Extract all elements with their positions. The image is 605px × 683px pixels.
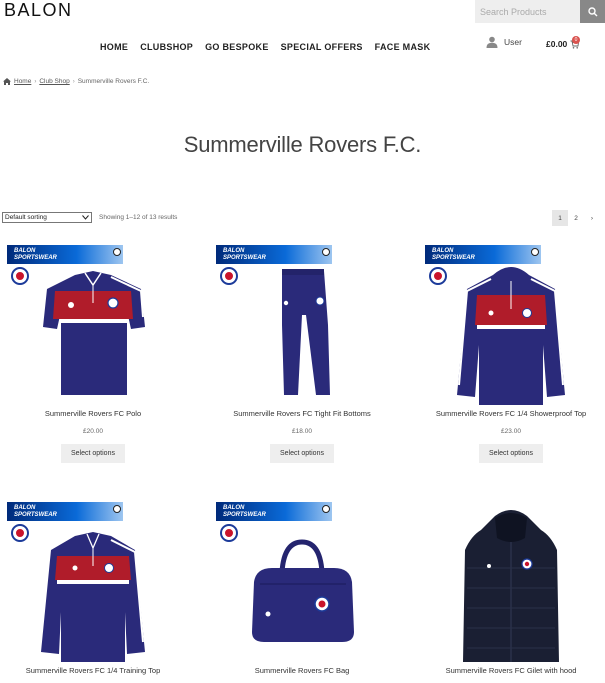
- search-input[interactable]: [475, 0, 580, 23]
- nav-go-bespoke[interactable]: GO BESPOKE: [205, 42, 269, 52]
- search-icon: [587, 6, 597, 16]
- product-image[interactable]: BALON SPORTSWEAR: [212, 502, 392, 662]
- breadcrumb-club-shop[interactable]: Club Shop: [39, 78, 69, 85]
- select-options-button[interactable]: Select options: [270, 444, 334, 463]
- user-account[interactable]: User: [486, 36, 522, 48]
- product-name[interactable]: Summerville Rovers FC 1/4 Training Top: [3, 666, 183, 675]
- product-price: £23.00: [501, 428, 521, 435]
- page-1[interactable]: 1: [552, 210, 568, 226]
- nav-special-offers[interactable]: SPECIAL OFFERS: [281, 42, 363, 52]
- product-image[interactable]: BALON SPORTSWEAR: [212, 245, 392, 405]
- breadcrumb-home[interactable]: Home: [14, 78, 31, 85]
- cart-total: £0.00: [546, 39, 568, 49]
- search-bar: [475, 0, 605, 23]
- product-image[interactable]: BALON SPORTSWEAR: [3, 245, 183, 405]
- sort-select[interactable]: Default sorting: [2, 212, 92, 223]
- next-page-arrow[interactable]: ›: [584, 210, 600, 226]
- cart-count-badge: 0: [572, 36, 580, 44]
- product-price: £20.00: [83, 428, 103, 435]
- rain-jacket-icon: [457, 267, 565, 405]
- product-name[interactable]: Summerville Rovers FC Polo: [3, 409, 183, 418]
- product-image[interactable]: BALON SPORTSWEAR: [3, 502, 183, 662]
- product-card[interactable]: Summerville Rovers FC Gilet with hood: [421, 502, 601, 675]
- product-name[interactable]: Summerville Rovers FC Gilet with hood: [421, 666, 601, 675]
- nav-home[interactable]: HOME: [100, 42, 128, 52]
- product-image[interactable]: [421, 502, 601, 662]
- nav-face-mask[interactable]: FACE MASK: [375, 42, 431, 52]
- breadcrumb-separator: ›: [72, 78, 75, 85]
- product-card[interactable]: BALON SPORTSWEAR Summerville Rovers FC 1…: [3, 502, 183, 675]
- main-nav: HOME CLUBSHOP GO BESPOKE SPECIAL OFFERS …: [100, 42, 430, 52]
- holdall-bag-icon: [252, 539, 354, 642]
- select-options-button[interactable]: Select options: [479, 444, 543, 463]
- home-icon: [3, 78, 11, 85]
- cart[interactable]: £0.00 0: [546, 36, 580, 49]
- breadcrumb: Home › Club Shop › Summerville Rovers F.…: [3, 78, 149, 85]
- sort-value: Default sorting: [5, 214, 47, 221]
- search-button[interactable]: [580, 0, 605, 23]
- training-top-icon: [41, 532, 145, 662]
- product-card[interactable]: BALON SPORTSWEAR Summerville Rovers FC T…: [212, 245, 392, 463]
- product-name[interactable]: Summerville Rovers FC Bag: [212, 666, 392, 675]
- polo-shirt-icon: [43, 271, 145, 395]
- product-card[interactable]: BALON SPORTSWEAR Summerville Rovers FC B…: [212, 502, 392, 675]
- gilet-icon: [463, 510, 559, 662]
- result-count: Showing 1–12 of 13 results: [99, 214, 178, 221]
- breadcrumb-separator: ›: [34, 78, 37, 85]
- page-title: Summerville Rovers F.C.: [183, 132, 422, 157]
- page-2[interactable]: 2: [568, 210, 584, 226]
- logo[interactable]: BALON: [4, 0, 73, 21]
- nav-clubshop[interactable]: CLUBSHOP: [140, 42, 193, 52]
- breadcrumb-current: Summerville Rovers F.C.: [77, 78, 150, 85]
- trousers-icon: [282, 269, 330, 395]
- select-options-button[interactable]: Select options: [61, 444, 125, 463]
- user-label: User: [504, 37, 522, 47]
- pagination: 1 2 ›: [552, 210, 600, 226]
- product-card[interactable]: BALON SPORTSWEAR Summerville Rovers FC 1…: [421, 245, 601, 463]
- product-price: £18.00: [292, 428, 312, 435]
- product-name[interactable]: Summerville Rovers FC Tight Fit Bottoms: [212, 409, 392, 418]
- product-name[interactable]: Summerville Rovers FC 1/4 Showerproof To…: [421, 409, 601, 418]
- product-image[interactable]: BALON SPORTSWEAR: [421, 245, 601, 405]
- chevron-down-icon: [82, 215, 89, 220]
- product-card[interactable]: BALON SPORTSWEAR Summerville Rovers FC P…: [3, 245, 183, 463]
- user-icon: [486, 36, 498, 48]
